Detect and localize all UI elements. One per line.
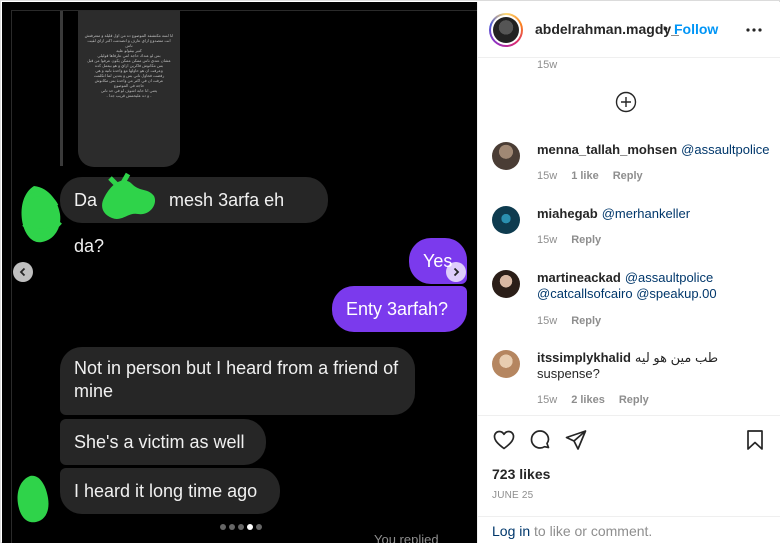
mention-link[interactable]: @merhankeller (602, 206, 690, 221)
previous-slide-button[interactable] (13, 262, 33, 282)
mention-link[interactable]: @speakup.00 (636, 286, 716, 301)
comment-icon[interactable] (528, 428, 552, 452)
reply-indicator-line (60, 11, 63, 166)
reply-button[interactable]: Reply (571, 315, 601, 327)
post-modal: انا لسة مكتشفة الموضوع ده من اول قليلة و… (0, 0, 780, 543)
comment-meta: 15w Reply (537, 234, 601, 246)
mention-link[interactable]: @assaultpolice (681, 142, 769, 157)
comment-likes[interactable]: 2 likes (571, 394, 605, 406)
comment-time: 15w (537, 170, 558, 182)
mention-link[interactable]: @assaultpolice (625, 270, 713, 285)
commenter-username[interactable]: miahegab (537, 206, 598, 221)
scribble-redaction (102, 172, 156, 219)
next-slide-button[interactable] (446, 262, 466, 282)
message-text: I heard it long time ago (74, 481, 258, 501)
carousel-dot (229, 524, 235, 530)
comment-time: 15w (537, 315, 558, 327)
story-text: انا لسة مكتشفة الموضوع ده من اول قليلة و… (84, 33, 174, 98)
scribble-avatar-bottom (17, 475, 49, 523)
comment-time: 15w (537, 59, 558, 71)
separator: • (663, 20, 668, 36)
post-header: abdelrahman.magdy_ • Follow (478, 2, 780, 58)
reply-button[interactable]: Reply (613, 170, 643, 182)
login-prompt-text: to like or comment. (530, 523, 653, 539)
carousel-dot (256, 524, 262, 530)
post-media: انا لسة مكتشفة الموضوع ده من اول قليلة و… (2, 2, 477, 543)
login-link[interactable]: Log in (492, 523, 530, 539)
message-bubble-incoming: I heard it long time ago (60, 468, 280, 514)
comments-list[interactable]: 15w menna_tallah_mohsen @assaultpolice 15… (478, 59, 780, 415)
comment-likes[interactable]: 1 like (571, 170, 599, 182)
comment-meta: 15w 1 like Reply (537, 170, 643, 182)
author-username[interactable]: abdelrahman.magdy_ (535, 21, 679, 37)
comment-body: menna_tallah_mohsen @assaultpolice (537, 142, 770, 158)
add-circle-icon[interactable] (615, 91, 637, 113)
heart-icon[interactable] (492, 428, 516, 452)
message-bubble-incoming: Not in person but I heard from a friend … (60, 347, 415, 415)
comment-body: itssimplykhalid طب مين هو ليه suspense? (537, 350, 767, 382)
post-side-panel: abdelrahman.magdy_ • Follow 15w menna_ta… (477, 2, 780, 543)
bookmark-icon[interactable] (743, 428, 767, 452)
post-actions: 723 likes JUNE 25 Log in to like or comm… (478, 415, 780, 543)
carousel-dot-active (247, 524, 253, 530)
commenter-avatar[interactable] (492, 142, 520, 170)
scribble-avatar-top (21, 186, 62, 243)
login-prompt: Log in to like or comment. (478, 516, 780, 543)
likes-count[interactable]: 723 likes (492, 466, 550, 482)
commenter-username[interactable]: itssimplykhalid (537, 350, 631, 365)
more-options-icon[interactable] (744, 20, 764, 40)
message-text: Da (74, 190, 98, 210)
carousel-dot (238, 524, 244, 530)
comment-time: 15w (537, 234, 558, 246)
commenter-avatar[interactable] (492, 270, 520, 298)
mention-link[interactable]: @catcallsofcairo (537, 286, 633, 301)
comment-meta: 15w 2 likes Reply (537, 394, 649, 406)
message-bubble-outgoing: Enty 3arfah? (332, 286, 467, 332)
commenter-avatar[interactable] (492, 206, 520, 234)
message-bubble-incoming: She's a victim as well (60, 419, 266, 465)
replied-label: You replied (374, 532, 439, 543)
commenter-username[interactable]: martineackad (537, 270, 621, 285)
story-reply-card: انا لسة مكتشفة الموضوع ده من اول قليلة و… (78, 11, 180, 167)
author-avatar[interactable] (489, 13, 523, 47)
comment-body: martineackad @assaultpolice @catcallsofca… (537, 270, 767, 302)
commenter-username[interactable]: menna_tallah_mohsen (537, 142, 677, 157)
comment-meta: 15w Reply (537, 315, 601, 327)
comment-meta: 15w (537, 59, 557, 71)
comment-time: 15w (537, 394, 558, 406)
carousel-dots (220, 524, 262, 530)
reply-button[interactable]: Reply (571, 234, 601, 246)
commenter-avatar[interactable] (492, 350, 520, 378)
chevron-left-icon (19, 267, 26, 277)
message-text: She's a victim as well (74, 432, 245, 452)
reply-button[interactable]: Reply (619, 394, 649, 406)
message-text: Enty 3arfah? (346, 299, 449, 319)
comment-body: miahegab @merhankeller (537, 206, 767, 222)
carousel-dot (220, 524, 226, 530)
follow-button[interactable]: Follow (674, 21, 718, 37)
message-text: Not in person but I heard from a friend … (74, 358, 399, 401)
post-date: JUNE 25 (492, 490, 534, 501)
share-icon[interactable] (564, 428, 588, 452)
chevron-right-icon (453, 267, 460, 277)
